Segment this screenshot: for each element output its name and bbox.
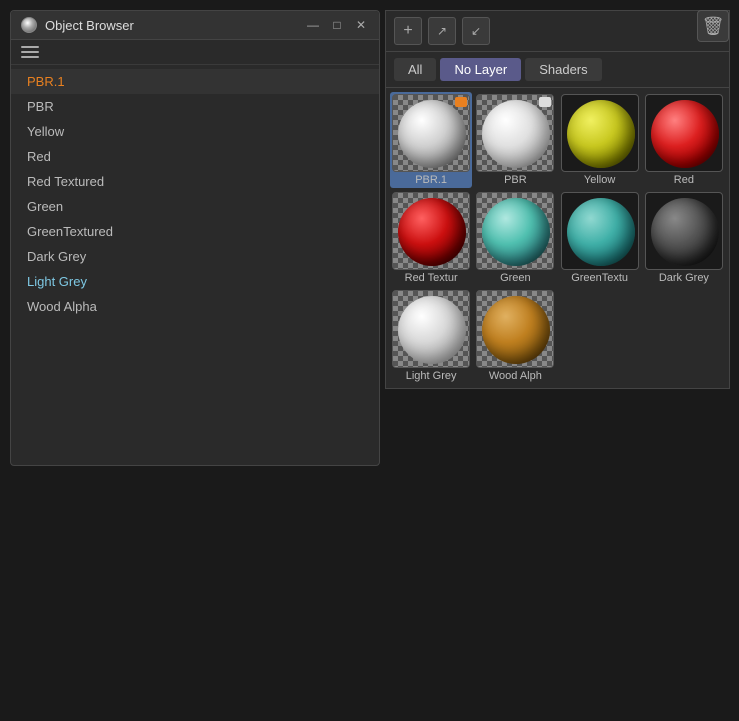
tab-bar: All No Layer Shaders — [386, 52, 729, 88]
material-item-red-textured[interactable]: Red Textur — [390, 190, 472, 286]
list-item[interactable]: Yellow — [11, 119, 379, 144]
list-item[interactable]: Light Grey — [11, 269, 379, 294]
badge-white — [539, 97, 551, 107]
material-label: Wood Alph — [476, 370, 554, 382]
trash-icon: 🗑 — [702, 16, 725, 37]
title-bar-left: Object Browser — [21, 17, 134, 33]
arrow-up-button[interactable]: ↗ — [428, 17, 456, 45]
list-item[interactable]: Red — [11, 144, 379, 169]
material-thumb-green — [476, 192, 554, 270]
object-list: PBR.1 PBR Yellow Red Red Textured Green … — [11, 65, 379, 465]
badge-orange — [455, 97, 467, 107]
material-label: Red — [645, 174, 723, 186]
material-item-yellow[interactable]: Yellow — [559, 92, 641, 188]
title-bar: Object Browser — □ ✕ — [11, 11, 379, 40]
sphere-container — [477, 193, 554, 270]
sphere-container — [393, 193, 470, 270]
list-item[interactable]: Dark Grey — [11, 244, 379, 269]
list-item[interactable]: GreenTextured — [11, 219, 379, 244]
material-item-light-grey[interactable]: Light Grey — [390, 288, 472, 384]
list-item[interactable]: PBR — [11, 94, 379, 119]
tab-shaders[interactable]: Shaders — [525, 58, 601, 81]
minimize-button[interactable]: — — [305, 17, 321, 33]
material-thumb-red — [645, 94, 723, 172]
sphere-container — [646, 95, 723, 172]
material-item-pbr[interactable]: PBR — [474, 92, 556, 188]
list-item[interactable]: Red Textured — [11, 169, 379, 194]
material-item-dark-grey[interactable]: Dark Grey — [643, 190, 725, 286]
material-label: PBR — [476, 174, 554, 186]
window-title: Object Browser — [45, 18, 134, 33]
material-thumb-red-textured — [392, 192, 470, 270]
material-browser-panel: + ↗ ↙ All No Layer Shaders PBR.1 — [385, 10, 730, 389]
arrow-down-button[interactable]: ↙ — [462, 17, 490, 45]
material-item-wood-alpha[interactable]: Wood Alph — [474, 288, 556, 384]
material-thumb-light-grey — [392, 290, 470, 368]
material-item-pbr1[interactable]: PBR.1 — [390, 92, 472, 188]
material-thumb-wood-alpha — [476, 290, 554, 368]
tab-all[interactable]: All — [394, 58, 436, 81]
material-item-green-textured[interactable]: GreenTextu — [559, 190, 641, 286]
sphere-container — [562, 193, 639, 270]
list-item[interactable]: Wood Alpha — [11, 294, 379, 319]
material-label: GreenTextu — [561, 272, 639, 284]
material-item-green[interactable]: Green — [474, 190, 556, 286]
material-thumb-yellow — [561, 94, 639, 172]
delete-button[interactable]: 🗑 — [697, 10, 729, 42]
tab-no-layer[interactable]: No Layer — [440, 58, 521, 81]
close-button[interactable]: ✕ — [353, 17, 369, 33]
material-thumb-pbr — [476, 94, 554, 172]
materials-grid: PBR.1 PBR Yellow — [386, 88, 729, 388]
sphere-container — [477, 291, 554, 368]
window-icon — [21, 17, 37, 33]
list-item[interactable]: PBR.1 — [11, 69, 379, 94]
material-label: PBR.1 — [392, 174, 470, 186]
object-browser-window: Object Browser — □ ✕ PBR.1 PBR Yellow Re… — [10, 10, 380, 466]
window-controls: — □ ✕ — [305, 17, 369, 33]
list-item[interactable]: Green — [11, 194, 379, 219]
right-toolbar: + ↗ ↙ — [386, 11, 729, 52]
material-label: Green — [476, 272, 554, 284]
material-thumb-dark-grey — [645, 192, 723, 270]
toolbar — [11, 40, 379, 65]
maximize-button[interactable]: □ — [329, 17, 345, 33]
material-item-red[interactable]: Red — [643, 92, 725, 188]
hamburger-menu[interactable] — [21, 46, 369, 58]
material-label: Dark Grey — [645, 272, 723, 284]
material-label: Light Grey — [392, 370, 470, 382]
material-label: Yellow — [561, 174, 639, 186]
add-button[interactable]: + — [394, 17, 422, 45]
sphere-container — [393, 291, 470, 368]
sphere-container — [562, 95, 639, 172]
sphere-container — [646, 193, 723, 270]
material-thumb-green-textured — [561, 192, 639, 270]
material-thumb-pbr1 — [392, 94, 470, 172]
material-label: Red Textur — [392, 272, 470, 284]
